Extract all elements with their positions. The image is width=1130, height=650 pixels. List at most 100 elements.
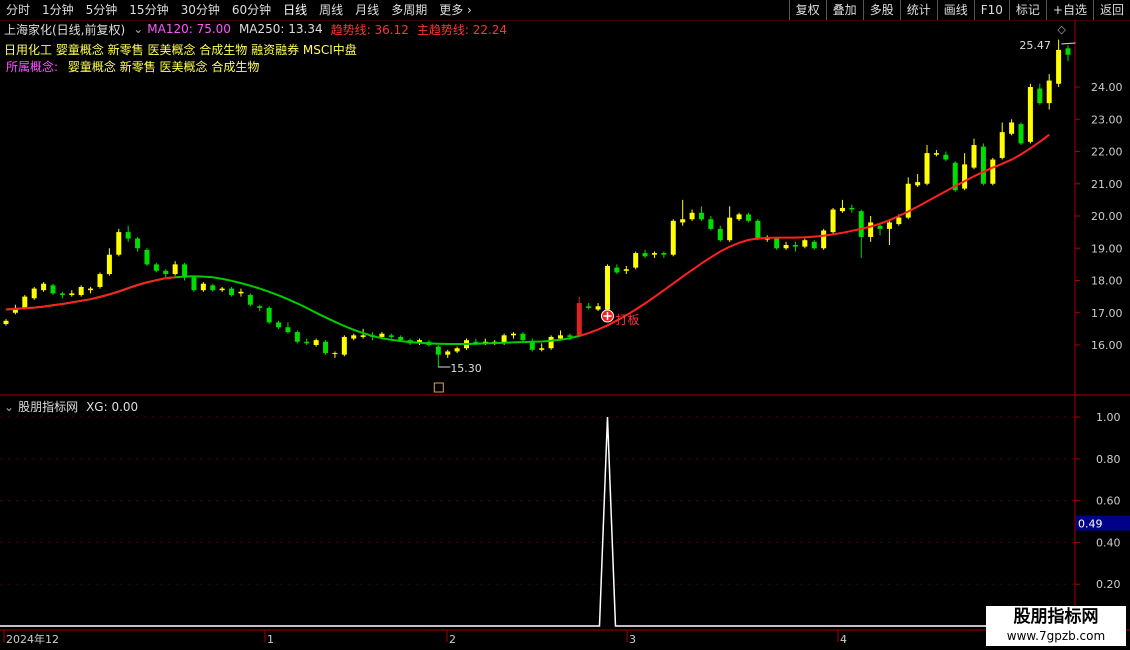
candle-body — [943, 154, 949, 160]
candle-body — [210, 285, 216, 291]
chevron-down-icon[interactable]: ⌄ — [4, 400, 14, 414]
candle-body — [304, 341, 310, 344]
candle-body — [868, 222, 874, 237]
x-tick-label: 4 — [840, 633, 847, 646]
candle-body — [200, 283, 206, 291]
candle-body — [191, 277, 197, 291]
sub-y-tick-label: 0.80 — [1096, 453, 1121, 466]
ma-line-green — [5, 275, 580, 345]
candle-body — [708, 219, 714, 229]
candle-body — [858, 211, 864, 237]
x-tick-label: 3 — [629, 633, 636, 646]
candle-body — [1037, 88, 1043, 104]
candle-body — [821, 230, 827, 249]
candle-body — [661, 253, 667, 255]
y-tick-label: 24.00 — [1091, 81, 1123, 94]
x-tick-label: 2 — [449, 633, 456, 646]
candle-body — [1027, 87, 1033, 142]
chart-canvas[interactable]: 24.0023.0022.0021.0020.0019.0018.0017.00… — [0, 0, 1130, 650]
candle-body — [276, 322, 282, 328]
sub-y-tick-label: 0.40 — [1096, 536, 1121, 549]
candle-body — [586, 306, 592, 308]
candle-body — [454, 348, 460, 352]
candle-body — [360, 335, 366, 337]
ma-line-red — [579, 133, 1050, 337]
sub-y-tick-label: 1.00 — [1096, 411, 1121, 424]
candle-body — [294, 332, 300, 342]
high-label-pointer — [1061, 42, 1076, 45]
candle-body — [604, 265, 610, 310]
candle-body — [135, 238, 141, 249]
sub-y-tick-label: 0.20 — [1096, 578, 1121, 591]
candle-body — [990, 159, 996, 184]
marker-box-icon — [433, 382, 444, 393]
candle-body — [1056, 49, 1062, 84]
candle-body — [59, 293, 65, 296]
candle-body — [680, 219, 686, 223]
candle-body — [323, 341, 329, 354]
candle-body — [614, 267, 620, 273]
candle-body — [999, 132, 1005, 158]
x-tick-label: 2024年12 — [6, 632, 59, 646]
candle-body — [1009, 122, 1015, 134]
candle-body — [341, 336, 347, 355]
candle-body — [116, 232, 122, 255]
candle-body — [623, 269, 629, 271]
candle-body — [219, 288, 225, 291]
candle-body — [755, 220, 761, 239]
candle-body — [557, 335, 563, 339]
candle-body — [238, 291, 244, 294]
candle-body — [41, 283, 47, 291]
candle-body — [567, 335, 573, 337]
candle-body — [670, 220, 676, 255]
candle-body — [924, 153, 930, 184]
candle-body — [172, 264, 178, 275]
watermark-url: www.7gpzb.com — [1006, 629, 1106, 643]
candle-body — [915, 182, 921, 186]
candle-body — [398, 336, 404, 341]
candle-body — [783, 245, 789, 249]
candle-body — [50, 285, 56, 294]
low-label: 15.30 — [450, 362, 482, 375]
y-tick-label: 22.00 — [1091, 146, 1123, 159]
candle-body — [351, 335, 357, 339]
y-tick-label: 19.00 — [1091, 242, 1123, 255]
current-value-label: 0.49 — [1078, 518, 1103, 531]
candle-body — [1065, 48, 1071, 55]
candle-body — [144, 249, 150, 265]
sub-chart-title: ⌄ 股朋指标网 XG: 0.00 — [4, 398, 138, 415]
y-tick-label: 21.00 — [1091, 178, 1123, 191]
candle-body — [642, 253, 648, 257]
candle-body — [529, 341, 535, 350]
watermark: 股朋指标网 www.7gpzb.com — [986, 606, 1126, 646]
candle-body — [877, 225, 883, 229]
candle-body — [849, 207, 855, 210]
candle-body — [435, 346, 441, 355]
diamond-icon: ◇ — [1057, 23, 1066, 36]
y-tick-label: 18.00 — [1091, 275, 1123, 288]
candle-body — [1046, 80, 1052, 104]
candle-body — [247, 295, 253, 305]
candle-body — [633, 253, 639, 268]
candle-body — [651, 253, 657, 255]
candle-body — [511, 333, 517, 336]
candle-body — [388, 335, 394, 337]
sub-indicator-line — [0, 416, 1075, 627]
candle-body — [802, 240, 808, 247]
candle-body — [153, 264, 159, 271]
candle-body — [727, 217, 733, 241]
candle-body — [313, 340, 319, 345]
candle-body — [717, 228, 723, 241]
candle-body — [896, 217, 902, 225]
candle-body — [736, 214, 742, 220]
sub-y-tick-label: 0.60 — [1096, 495, 1121, 508]
candle-body — [285, 327, 291, 333]
high-label: 25.47 — [1019, 39, 1050, 52]
candle-body — [332, 353, 338, 355]
x-tick-label: 1 — [267, 633, 274, 646]
candle-body — [22, 296, 28, 308]
candle-body — [106, 254, 112, 275]
candle-body — [31, 288, 37, 299]
candle-body — [839, 207, 845, 212]
candle-body — [266, 307, 272, 323]
